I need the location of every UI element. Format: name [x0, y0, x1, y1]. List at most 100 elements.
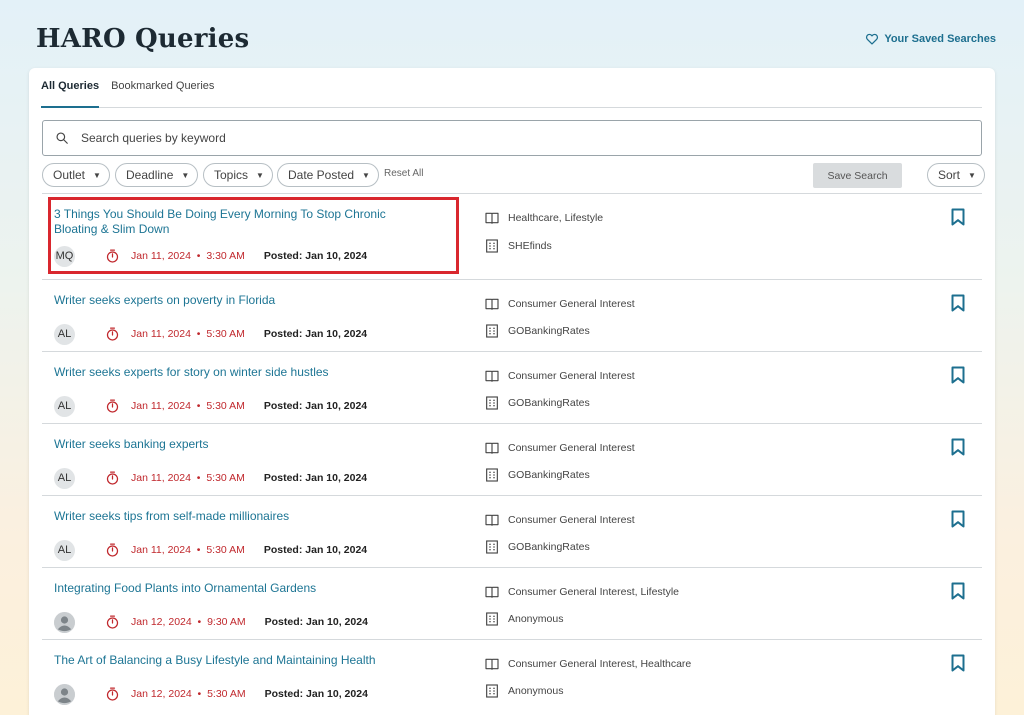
posted-date: Posted: Jan 10, 2024	[264, 688, 368, 700]
bookmark-icon[interactable]	[950, 654, 966, 672]
query-title[interactable]: Writer seeks banking experts	[54, 437, 424, 452]
deadline-date: Jan 12, 2024	[131, 616, 192, 628]
person-icon	[54, 683, 75, 705]
book-icon	[485, 442, 499, 454]
building-icon	[486, 324, 498, 338]
save-search-button[interactable]: Save Search	[813, 163, 902, 188]
caret-down-icon: ▼	[93, 170, 101, 180]
deadline-text: Jan 12, 2024 • 5:30 AM	[131, 688, 246, 700]
book-icon	[485, 370, 499, 382]
query-list: 3 Things You Should Be Doing Every Morni…	[42, 193, 982, 711]
query-row: Writer seeks experts for story on winter…	[42, 351, 982, 423]
outlet-text: SHEfinds	[508, 240, 552, 252]
building-icon	[486, 239, 498, 253]
avatar: AL	[54, 323, 75, 345]
tab-bookmarked-queries[interactable]: Bookmarked Queries	[111, 68, 214, 108]
heart-icon	[866, 33, 879, 45]
deadline-time: 5:30 AM	[207, 688, 246, 700]
query-title[interactable]: Integrating Food Plants into Ornamental …	[54, 581, 424, 596]
query-title[interactable]: Writer seeks experts on poverty in Flori…	[54, 293, 424, 308]
building-icon	[486, 396, 498, 410]
search-box	[42, 120, 982, 156]
deadline-time: 5:30 AM	[206, 400, 245, 412]
book-icon	[485, 586, 499, 598]
deadline-time: 5:30 AM	[206, 328, 245, 340]
posted-date: Posted: Jan 10, 2024	[263, 250, 368, 262]
query-meta: AL Jan 11, 2024 • 5:30 AM Posted: Jan 10…	[54, 323, 367, 345]
topics-text: Consumer General Interest	[508, 514, 635, 526]
bookmark-icon[interactable]	[950, 208, 966, 226]
topics-text: Consumer General Interest	[508, 370, 635, 382]
query-row: 3 Things You Should Be Doing Every Morni…	[42, 193, 982, 279]
outlet-text: GOBankingRates	[508, 397, 590, 409]
outlet-text: GOBankingRates	[508, 325, 590, 337]
query-title[interactable]: Writer seeks experts for story on winter…	[54, 365, 424, 380]
deadline-time: 5:30 AM	[206, 544, 245, 556]
query-row: Integrating Food Plants into Ornamental …	[42, 567, 982, 639]
outlet-text: Anonymous	[508, 685, 564, 697]
query-title[interactable]: Writer seeks tips from self-made million…	[54, 509, 424, 524]
saved-searches-link[interactable]: Your Saved Searches	[865, 32, 996, 46]
deadline-date: Jan 12, 2024	[131, 688, 192, 700]
avatar	[54, 683, 75, 705]
deadline-text: Jan 11, 2024 • 5:30 AM	[131, 472, 245, 484]
bookmark-icon[interactable]	[950, 294, 966, 312]
deadline-text: Jan 11, 2024 • 3:30 AM	[131, 250, 245, 262]
query-title[interactable]: The Art of Balancing a Busy Lifestyle an…	[54, 653, 424, 668]
outlet-text: Anonymous	[508, 613, 564, 625]
tab-all-queries[interactable]: All Queries	[41, 68, 100, 108]
reset-all-button[interactable]: Reset All	[384, 168, 423, 179]
deadline-filter-label: Deadline	[126, 168, 174, 182]
outlet-filter[interactable]: Outlet ▼	[42, 163, 110, 187]
outlet-filter-label: Outlet	[53, 168, 86, 182]
topics-line: Consumer General Interest	[484, 368, 635, 384]
outlet-line: GOBankingRates	[484, 467, 590, 483]
caret-down-icon: ▼	[968, 170, 976, 180]
posted-date: Posted: Jan 10, 2024	[263, 400, 368, 412]
deadline-time: 9:30 AM	[207, 616, 246, 628]
deadline-text: Jan 12, 2024 • 9:30 AM	[131, 616, 246, 628]
avatar: AL	[54, 467, 75, 489]
topics-line: Healthcare, Lifestyle	[484, 210, 603, 226]
topics-filter-label: Topics	[214, 168, 249, 182]
book-icon	[485, 298, 499, 310]
page-header: HARO Queries Your Saved Searches	[36, 24, 996, 60]
query-meta: MQ Jan 11, 2024 • 3:30 AM Posted: Jan 10…	[54, 245, 368, 267]
timer-icon	[106, 471, 119, 485]
timer-icon	[106, 399, 119, 413]
bookmark-icon[interactable]	[950, 438, 966, 456]
timer-icon	[106, 687, 119, 701]
date-posted-filter[interactable]: Date Posted ▼	[277, 163, 379, 187]
deadline-filter[interactable]: Deadline ▼	[115, 163, 199, 187]
topics-line: Consumer General Interest	[484, 512, 635, 528]
date-posted-filter-label: Date Posted	[288, 168, 355, 182]
bookmark-icon[interactable]	[950, 582, 966, 600]
sort-label: Sort	[938, 168, 961, 182]
deadline-text: Jan 11, 2024 • 5:30 AM	[131, 328, 245, 340]
query-meta: Jan 12, 2024 • 9:30 AM Posted: Jan 10, 2…	[54, 611, 368, 633]
timer-icon	[106, 249, 119, 263]
query-meta: AL Jan 11, 2024 • 5:30 AM Posted: Jan 10…	[54, 395, 368, 417]
bookmark-icon[interactable]	[950, 366, 966, 384]
building-icon	[486, 468, 498, 482]
topics-text: Consumer General Interest, Healthcare	[508, 658, 692, 670]
sort-dropdown[interactable]: Sort ▼	[927, 163, 985, 187]
bookmark-icon[interactable]	[950, 510, 966, 528]
caret-down-icon: ▼	[181, 170, 190, 180]
query-row: Writer seeks banking experts AL Jan 11, …	[42, 423, 982, 495]
filter-bar: Outlet ▼ Deadline ▼ Topics ▼ Date Posted ▼ R…	[42, 163, 985, 188]
book-icon	[485, 658, 499, 670]
deadline-text: Jan 11, 2024 • 5:30 AM	[131, 400, 245, 412]
timer-icon	[106, 543, 119, 557]
outlet-line: GOBankingRates	[484, 323, 590, 339]
posted-date: Posted: Jan 10, 2024	[263, 472, 368, 484]
search-input[interactable]	[81, 131, 961, 145]
avatar	[54, 611, 75, 633]
outlet-text: GOBankingRates	[508, 541, 590, 553]
timer-icon	[106, 615, 119, 629]
topics-text: Consumer General Interest, Lifestyle	[508, 586, 679, 598]
topics-filter[interactable]: Topics ▼	[203, 163, 273, 187]
book-icon	[485, 212, 499, 224]
query-title[interactable]: 3 Things You Should Be Doing Every Morni…	[54, 207, 424, 237]
deadline-date: Jan 11, 2024	[131, 400, 191, 412]
